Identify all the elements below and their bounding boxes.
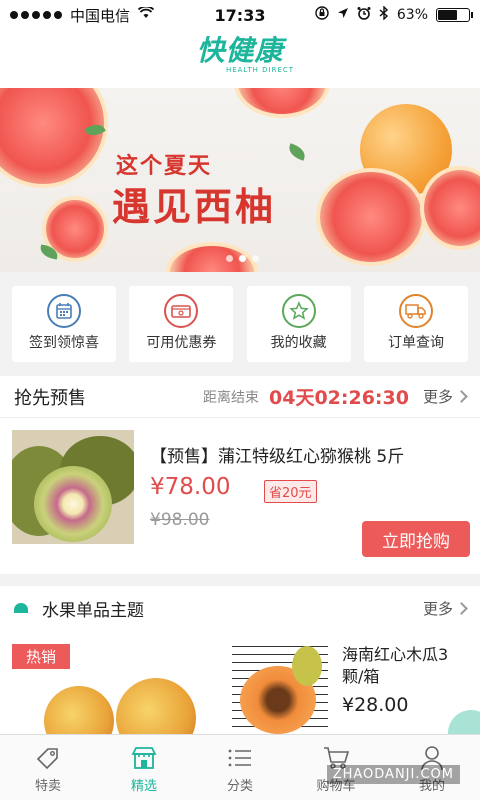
tab-label: 分类: [226, 779, 253, 794]
pagination-dot[interactable]: [226, 255, 233, 262]
theme-header: 水果单品主题 更多: [0, 586, 480, 630]
papaya-product-image[interactable]: [232, 642, 328, 734]
tab-sale[interactable]: 特卖: [0, 735, 96, 800]
quick-entry-label: 可用优惠券: [146, 335, 217, 351]
pear-image: [44, 686, 114, 734]
tab-label: 特卖: [34, 779, 61, 794]
shop-icon: [96, 743, 192, 773]
quick-entry-favorites[interactable]: 我的收藏: [246, 286, 351, 362]
tab-featured[interactable]: 精选: [96, 735, 192, 800]
product-price: ¥78.00: [150, 474, 231, 500]
tab-label: 精选: [130, 779, 157, 794]
pagination-dot[interactable]: [239, 255, 246, 262]
theme-item-price: ¥28.00: [342, 694, 409, 716]
section-marker-icon: [14, 603, 28, 613]
more-label: 更多: [422, 388, 453, 406]
truck-icon: [398, 294, 433, 328]
countdown-label: 距离结束: [203, 389, 260, 406]
theme-more-link[interactable]: 更多: [422, 598, 468, 619]
quick-entry-checkin[interactable]: 签到领惊喜: [12, 286, 116, 362]
leaf-decoration: [286, 143, 308, 161]
fruit-theme-section: 水果单品主题 更多 热销 海南红心木瓜3颗/箱 ¥28.00: [0, 586, 480, 734]
presale-header: 抢先预售 距离结束 04天02:26:30 更多: [0, 376, 480, 418]
signal-icon: [10, 11, 62, 19]
quick-entry-label: 我的收藏: [270, 335, 327, 351]
product-name: 【预售】蒲江特级红心猕猴桃 5斤: [150, 447, 405, 467]
floating-action-button[interactable]: [448, 710, 480, 734]
battery-percent: 63%: [396, 7, 428, 23]
hot-badge: 热销: [12, 644, 71, 669]
tag-icon: [0, 743, 96, 773]
banner-pagination: [226, 255, 259, 262]
bluetooth-icon: [379, 5, 389, 24]
tab-category[interactable]: 分类: [192, 735, 288, 800]
pagination-dot[interactable]: [252, 255, 259, 262]
more-label: 更多: [422, 599, 453, 618]
presale-more-link[interactable]: 更多: [422, 386, 468, 407]
alarm-icon: [357, 6, 371, 24]
original-price: ¥98.00: [150, 510, 210, 530]
pear-image: [116, 678, 196, 734]
grapefruit-slice-image: [0, 88, 108, 188]
presale-title: 抢先预售: [14, 387, 86, 409]
wifi-icon: [137, 5, 155, 23]
countdown-timer: 04天02:26:30: [269, 387, 409, 409]
grapefruit-slice-image: [234, 88, 330, 118]
banner-headline-large: 遇见西柚: [112, 185, 277, 229]
chevron-right-icon: [455, 390, 468, 403]
quick-entry-row: 签到领惊喜 可用优惠券 我的收藏 订单查询: [0, 286, 480, 364]
quick-entry-orders[interactable]: 订单查询: [363, 286, 468, 362]
calendar-icon: [47, 294, 81, 328]
rotation-lock-icon: [315, 6, 329, 24]
coupon-icon: [164, 294, 199, 328]
bottom-tab-bar: 特卖 精选 分类 购物车 我的 ZHAODANJI.COM: [0, 734, 480, 800]
carrier-name: 中国电信: [70, 6, 131, 25]
location-icon: [337, 7, 349, 23]
discount-badge: 省20元: [264, 480, 317, 503]
status-bar: 中国电信 17:33 63%: [0, 0, 480, 30]
app-logo-subtitle: HEALTH DIRECT: [225, 66, 295, 74]
quick-entry-label: 订单查询: [387, 335, 444, 351]
presale-product-card[interactable]: 【预售】蒲江特级红心猕猴桃 5斤 ¥78.00 省20元 ¥98.00 立即抢购: [0, 418, 480, 574]
quick-entry-label: 签到领惊喜: [29, 335, 99, 351]
theme-item-name: 海南红心木瓜3颗/箱: [342, 645, 449, 686]
quick-entry-coupons[interactable]: 可用优惠券: [129, 286, 234, 362]
theme-title: 水果单品主题: [42, 600, 144, 621]
presale-section: 抢先预售 距离结束 04天02:26:30 更多 【预售】蒲江特级红心猕猴桃 5…: [0, 376, 480, 574]
list-icon: [192, 743, 288, 773]
hot-item-card[interactable]: 热销: [0, 632, 222, 734]
battery-icon: [436, 8, 473, 22]
chevron-right-icon: [455, 601, 468, 615]
app-header: 快健康 HEALTH DIRECT: [0, 30, 480, 88]
grapefruit-slice-image: [316, 168, 426, 266]
buy-now-button[interactable]: 立即抢购: [362, 521, 470, 557]
star-icon: [281, 294, 316, 328]
watermark: ZHAODANJI.COM: [326, 765, 460, 784]
app-logo: 快健康: [196, 34, 284, 67]
kiwi-product-image: [12, 430, 134, 544]
promo-banner[interactable]: 这个夏天 遇见西柚: [0, 88, 480, 272]
